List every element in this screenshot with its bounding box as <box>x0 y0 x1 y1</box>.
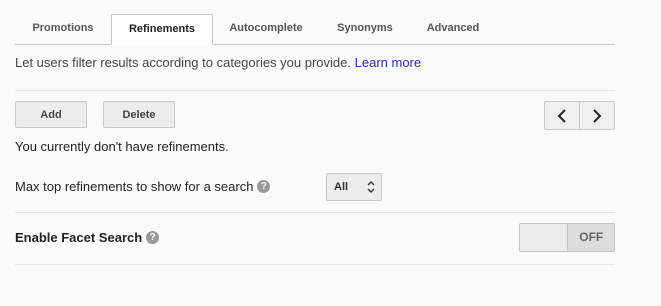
tab-synonyms[interactable]: Synonyms <box>323 14 407 43</box>
divider <box>15 212 615 213</box>
max-refinements-select[interactable]: All <box>326 173 382 201</box>
description-text: Let users filter results according to ca… <box>15 55 352 70</box>
max-refinements-value: All <box>334 181 349 193</box>
next-button[interactable] <box>579 102 614 129</box>
facet-search-row: Enable Facet Search ? <box>15 230 160 245</box>
tab-bar: Promotions Refinements Autocomplete Syno… <box>15 14 615 45</box>
help-icon[interactable]: ? <box>257 180 271 193</box>
learn-more-link[interactable]: Learn more <box>355 55 421 70</box>
facet-search-toggle[interactable]: OFF <box>519 223 615 252</box>
facet-search-label: Enable Facet Search <box>15 230 143 245</box>
pager <box>544 101 615 130</box>
toggle-knob <box>520 224 568 251</box>
select-arrows-icon <box>367 181 375 193</box>
description: Let users filter results according to ca… <box>15 55 421 70</box>
tab-refinements[interactable]: Refinements <box>111 14 213 45</box>
empty-message: You currently don't have refinements. <box>15 139 229 154</box>
tab-advanced[interactable]: Advanced <box>413 14 493 43</box>
add-button[interactable]: Add <box>15 101 87 128</box>
toggle-state-label: OFF <box>567 224 614 251</box>
prev-button[interactable] <box>545 102 579 129</box>
delete-button[interactable]: Delete <box>103 101 175 128</box>
max-refinements-label: Max top refinements to show for a search <box>15 179 254 194</box>
divider <box>15 90 615 91</box>
max-refinements-row: Max top refinements to show for a search… <box>15 179 271 194</box>
tab-autocomplete[interactable]: Autocomplete <box>215 14 317 43</box>
help-icon[interactable]: ? <box>146 231 160 244</box>
tab-promotions[interactable]: Promotions <box>15 14 111 43</box>
chevron-right-icon <box>593 108 602 123</box>
divider <box>15 264 615 265</box>
chevron-left-icon <box>557 108 566 123</box>
